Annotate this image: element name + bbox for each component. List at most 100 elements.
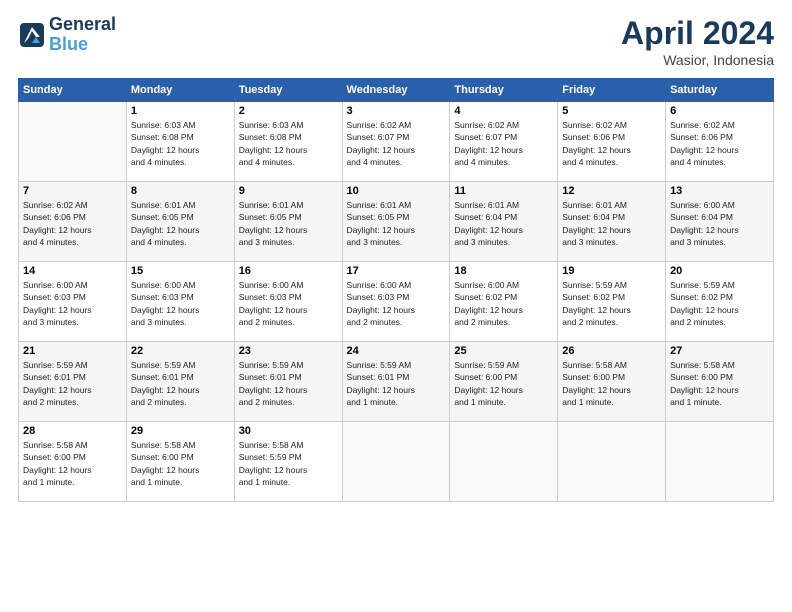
col-header-monday: Monday — [126, 79, 234, 102]
day-number: 24 — [347, 345, 446, 357]
col-header-friday: Friday — [558, 79, 666, 102]
week-row-3: 14 Sunrise: 6:00 AM Sunset: 6:03 PM Dayli… — [19, 262, 774, 342]
calendar-cell: 19 Sunrise: 5:59 AM Sunset: 6:02 PM Dayli… — [558, 262, 666, 342]
day-number: 22 — [131, 345, 230, 357]
day-number: 26 — [562, 345, 661, 357]
calendar-body: 1 Sunrise: 6:03 AM Sunset: 6:08 PM Daylig… — [19, 102, 774, 502]
day-number: 15 — [131, 265, 230, 277]
week-row-4: 21 Sunrise: 5:59 AM Sunset: 6:01 PM Dayli… — [19, 342, 774, 422]
calendar-cell: 25 Sunrise: 5:59 AM Sunset: 6:00 PM Dayli… — [450, 342, 558, 422]
day-number: 18 — [454, 265, 553, 277]
day-info: Sunrise: 5:58 AM Sunset: 6:00 PM Dayligh… — [131, 439, 230, 488]
calendar-cell: 8 Sunrise: 6:01 AM Sunset: 6:05 PM Daylig… — [126, 182, 234, 262]
page: General Blue April 2024 Wasior, Indonesi… — [0, 0, 792, 612]
week-row-5: 28 Sunrise: 5:58 AM Sunset: 6:00 PM Dayli… — [19, 422, 774, 502]
title-block: April 2024 Wasior, Indonesia — [621, 15, 774, 68]
col-header-saturday: Saturday — [666, 79, 774, 102]
day-info: Sunrise: 6:00 AM Sunset: 6:03 PM Dayligh… — [23, 279, 122, 328]
logo-line2: Blue — [49, 35, 116, 55]
day-number: 29 — [131, 425, 230, 437]
day-info: Sunrise: 5:59 AM Sunset: 6:02 PM Dayligh… — [562, 279, 661, 328]
calendar-cell: 26 Sunrise: 5:58 AM Sunset: 6:00 PM Dayli… — [558, 342, 666, 422]
week-row-2: 7 Sunrise: 6:02 AM Sunset: 6:06 PM Daylig… — [19, 182, 774, 262]
day-number: 11 — [454, 185, 553, 197]
calendar-cell: 2 Sunrise: 6:03 AM Sunset: 6:08 PM Daylig… — [234, 102, 342, 182]
calendar-cell: 3Sunrise: 6:02 AM Sunset: 6:07 PM Daylig… — [342, 102, 450, 182]
calendar-table: SundayMondayTuesdayWednesdayThursdayFrid… — [18, 78, 774, 502]
calendar-cell: 5 Sunrise: 6:02 AM Sunset: 6:06 PM Daylig… — [558, 102, 666, 182]
day-number: 17 — [347, 265, 446, 277]
day-number: 20 — [670, 265, 769, 277]
calendar-cell: 12 Sunrise: 6:01 AM Sunset: 6:04 PM Dayli… — [558, 182, 666, 262]
calendar-cell: 14 Sunrise: 6:00 AM Sunset: 6:03 PM Dayli… — [19, 262, 127, 342]
calendar-header: SundayMondayTuesdayWednesdayThursdayFrid… — [19, 79, 774, 102]
calendar-cell: 10 Sunrise: 6:01 AM Sunset: 6:05 PM Dayli… — [342, 182, 450, 262]
day-info: Sunrise: 5:59 AM Sunset: 6:01 PM Dayligh… — [23, 359, 122, 408]
day-info: Sunrise: 6:00 AM Sunset: 6:02 PM Dayligh… — [454, 279, 553, 328]
day-info: Sunrise: 5:58 AM Sunset: 6:00 PM Dayligh… — [23, 439, 122, 488]
calendar-cell — [342, 422, 450, 502]
calendar-cell — [19, 102, 127, 182]
day-info: Sunrise: 6:01 AM Sunset: 6:05 PM Dayligh… — [239, 199, 338, 248]
calendar-cell: 4 Sunrise: 6:02 AM Sunset: 6:07 PM Daylig… — [450, 102, 558, 182]
day-info: Sunrise: 5:59 AM Sunset: 6:02 PM Dayligh… — [670, 279, 769, 328]
day-info: Sunrise: 6:02 AM Sunset: 6:06 PM Dayligh… — [562, 119, 661, 168]
day-info: Sunrise: 5:59 AM Sunset: 6:01 PM Dayligh… — [131, 359, 230, 408]
day-number: 21 — [23, 345, 122, 357]
day-info: Sunrise: 5:59 AM Sunset: 6:01 PM Dayligh… — [239, 359, 338, 408]
day-info: Sunrise: 6:02 AM Sunset: 6:06 PM Dayligh… — [670, 119, 769, 168]
day-number: 14 — [23, 265, 122, 277]
calendar-cell: 20 Sunrise: 5:59 AM Sunset: 6:02 PM Dayli… — [666, 262, 774, 342]
day-number: 28 — [23, 425, 122, 437]
week-row-1: 1 Sunrise: 6:03 AM Sunset: 6:08 PM Daylig… — [19, 102, 774, 182]
calendar-cell: 21 Sunrise: 5:59 AM Sunset: 6:01 PM Dayli… — [19, 342, 127, 422]
day-info: Sunrise: 6:01 AM Sunset: 6:04 PM Dayligh… — [454, 199, 553, 248]
day-info: Sunrise: 6:02 AM Sunset: 6:06 PM Dayligh… — [23, 199, 122, 248]
calendar-cell: 9 Sunrise: 6:01 AM Sunset: 6:05 PM Daylig… — [234, 182, 342, 262]
day-number: 10 — [347, 185, 446, 197]
day-number: 9 — [239, 185, 338, 197]
day-number: 8 — [131, 185, 230, 197]
day-number: 4 — [454, 105, 553, 117]
day-number: 25 — [454, 345, 553, 357]
month-title: April 2024 — [621, 15, 774, 52]
header: General Blue April 2024 Wasior, Indonesi… — [18, 15, 774, 68]
day-info: Sunrise: 5:58 AM Sunset: 6:00 PM Dayligh… — [562, 359, 661, 408]
calendar-cell: 11 Sunrise: 6:01 AM Sunset: 6:04 PM Dayli… — [450, 182, 558, 262]
day-info: Sunrise: 5:59 AM Sunset: 6:00 PM Dayligh… — [454, 359, 553, 408]
logo-line1: General — [49, 15, 116, 35]
day-number: 13 — [670, 185, 769, 197]
calendar-cell: 23 Sunrise: 5:59 AM Sunset: 6:01 PM Dayli… — [234, 342, 342, 422]
logo: General Blue — [18, 15, 116, 55]
calendar-cell: 16Sunrise: 6:00 AM Sunset: 6:03 PM Dayli… — [234, 262, 342, 342]
day-info: Sunrise: 6:01 AM Sunset: 6:04 PM Dayligh… — [562, 199, 661, 248]
day-info: Sunrise: 6:03 AM Sunset: 6:08 PM Dayligh… — [239, 119, 338, 168]
day-info: Sunrise: 6:02 AM Sunset: 6:07 PM Dayligh… — [454, 119, 553, 168]
day-number: 5 — [562, 105, 661, 117]
day-info: Sunrise: 5:59 AM Sunset: 6:01 PM Dayligh… — [347, 359, 446, 408]
day-number: 23 — [239, 345, 338, 357]
day-info: Sunrise: 6:03 AM Sunset: 6:08 PM Dayligh… — [131, 119, 230, 168]
day-number: 2 — [239, 105, 338, 117]
day-number: 3 — [347, 105, 446, 117]
day-number: 27 — [670, 345, 769, 357]
day-number: 1 — [131, 105, 230, 117]
day-number: 12 — [562, 185, 661, 197]
calendar-cell: 13Sunrise: 6:00 AM Sunset: 6:04 PM Dayli… — [666, 182, 774, 262]
calendar-cell: 27Sunrise: 5:58 AM Sunset: 6:00 PM Dayli… — [666, 342, 774, 422]
day-info: Sunrise: 6:00 AM Sunset: 6:03 PM Dayligh… — [131, 279, 230, 328]
calendar-cell: 15 Sunrise: 6:00 AM Sunset: 6:03 PM Dayli… — [126, 262, 234, 342]
day-number: 7 — [23, 185, 122, 197]
day-info: Sunrise: 6:00 AM Sunset: 6:03 PM Dayligh… — [347, 279, 446, 328]
day-number: 6 — [670, 105, 769, 117]
header-row: SundayMondayTuesdayWednesdayThursdayFrid… — [19, 79, 774, 102]
calendar-cell — [666, 422, 774, 502]
calendar-cell: 29 Sunrise: 5:58 AM Sunset: 6:00 PM Dayli… — [126, 422, 234, 502]
calendar-cell: 28 Sunrise: 5:58 AM Sunset: 6:00 PM Dayli… — [19, 422, 127, 502]
location: Wasior, Indonesia — [621, 52, 774, 68]
day-number: 19 — [562, 265, 661, 277]
day-number: 30 — [239, 425, 338, 437]
day-info: Sunrise: 6:01 AM Sunset: 6:05 PM Dayligh… — [131, 199, 230, 248]
day-info: Sunrise: 5:58 AM Sunset: 5:59 PM Dayligh… — [239, 439, 338, 488]
day-info: Sunrise: 6:01 AM Sunset: 6:05 PM Dayligh… — [347, 199, 446, 248]
